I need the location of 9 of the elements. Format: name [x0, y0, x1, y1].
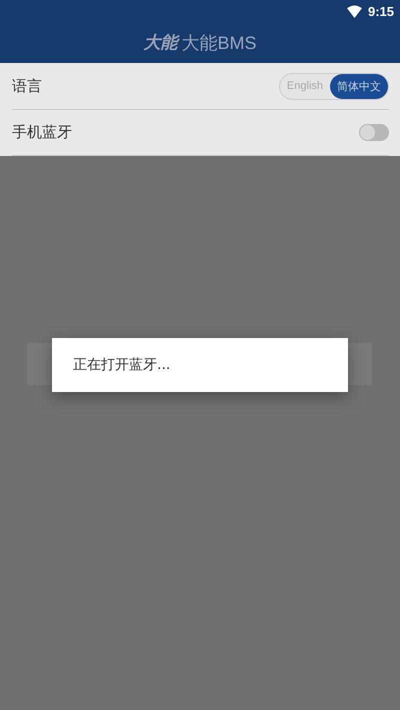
dialog-message: 正在打开蓝牙... [73, 356, 170, 374]
wifi-icon [346, 4, 362, 18]
setting-label: 手机蓝牙 [12, 123, 72, 142]
status-time: 9:15 [368, 4, 394, 18]
app-title: 大能BMS [181, 32, 256, 54]
language-option[interactable]: 简体中文 [330, 74, 388, 98]
logo-text: 大能 [143, 31, 178, 54]
bluetooth-switch[interactable] [359, 124, 389, 141]
setting-label: 语言 [12, 76, 42, 96]
